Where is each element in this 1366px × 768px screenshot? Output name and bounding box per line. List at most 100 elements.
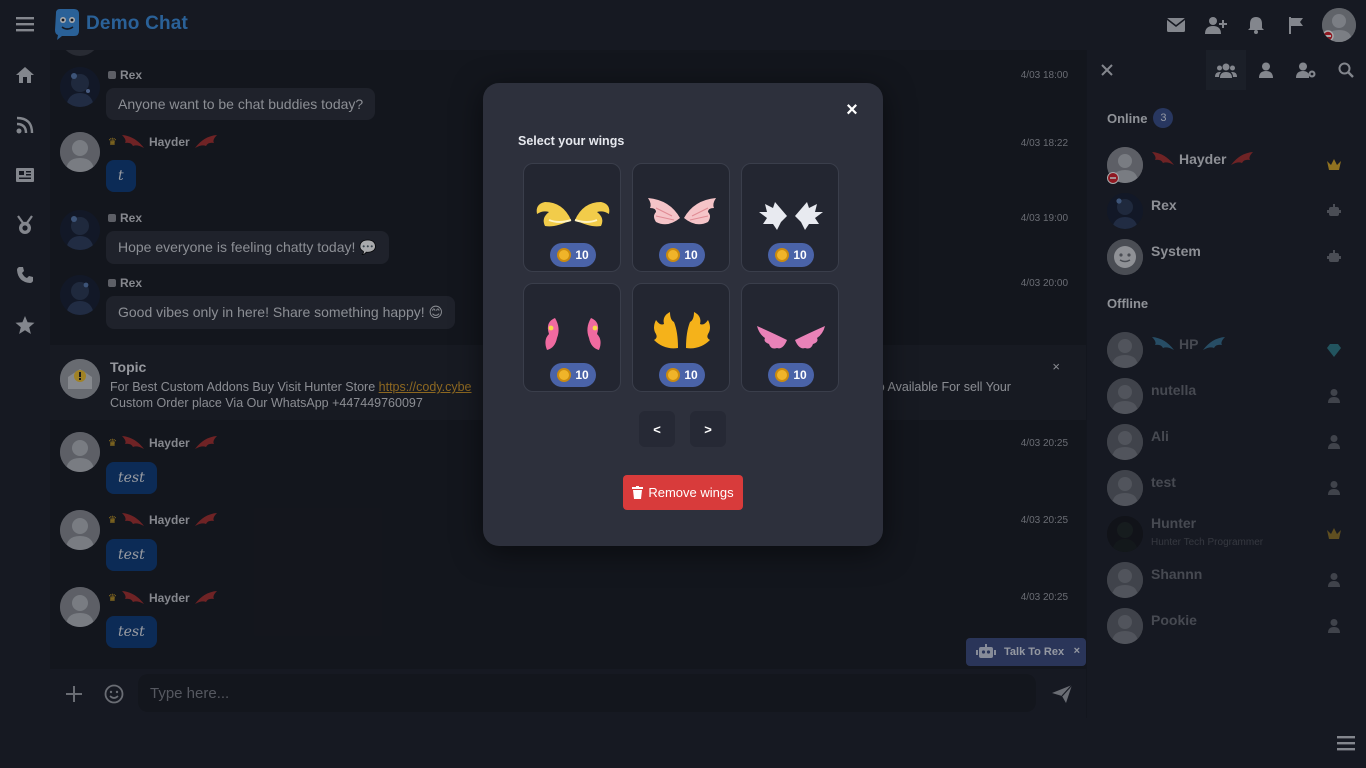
user-rank-icon <box>1328 435 1340 449</box>
talk-to-rex-button[interactable]: Talk To Rex × <box>966 638 1086 666</box>
top-bar: Demo Chat <box>0 0 1366 50</box>
username[interactable]: ♛ Hayder <box>108 512 218 528</box>
input-bar <box>50 669 1086 718</box>
crown-icon: ♛ <box>108 514 117 526</box>
bot-rank-icon <box>1327 250 1341 262</box>
topic-close-button[interactable]: × <box>1052 359 1060 374</box>
avatar[interactable] <box>60 587 100 627</box>
topic-title: Topic <box>110 359 147 375</box>
menu-icon[interactable] <box>14 13 36 35</box>
coin-icon <box>666 248 681 262</box>
user-item[interactable]: Pookie <box>1087 604 1366 648</box>
message-text: test <box>106 616 157 648</box>
online-count-badge: 3 <box>1153 108 1174 128</box>
wing-option[interactable]: 10 <box>523 163 621 272</box>
avatar[interactable] <box>60 275 100 315</box>
user-item[interactable]: Hayder <box>1087 143 1366 187</box>
modal-close-button[interactable]: × <box>841 99 863 121</box>
rss-icon[interactable] <box>0 100 50 150</box>
wing-option[interactable]: 10 <box>741 283 839 392</box>
search-icon[interactable] <box>1326 50 1366 90</box>
wing-right-icon <box>194 436 217 449</box>
phone-icon[interactable] <box>0 250 50 300</box>
home-icon[interactable] <box>0 50 50 100</box>
price-badge: 10 <box>659 243 705 267</box>
app-logo[interactable]: Demo Chat <box>52 7 188 41</box>
prev-page-button[interactable]: < <box>639 411 675 447</box>
flag-icon[interactable] <box>1276 0 1316 50</box>
talk-close-button[interactable]: × <box>1074 645 1080 657</box>
user-item[interactable]: Hunter Hunter Tech Programmer <box>1087 512 1366 556</box>
flame-wings-icon <box>654 312 710 349</box>
wing-left-icon <box>121 513 144 526</box>
username[interactable]: Rex <box>108 68 142 82</box>
wing-option[interactable]: 10 <box>632 163 730 272</box>
avatar <box>1107 470 1143 506</box>
golden-swan-wings-icon <box>536 202 610 227</box>
user-name: Rex <box>1151 197 1177 213</box>
user-item[interactable]: System <box>1087 235 1366 279</box>
news-icon[interactable] <box>0 150 50 200</box>
wings-pager: < > <box>639 411 726 447</box>
user-item[interactable]: HP <box>1087 328 1366 372</box>
wing-option[interactable]: 10 <box>523 283 621 392</box>
profile-avatar[interactable] <box>1322 8 1356 42</box>
talk-label: Talk To Rex <box>1004 646 1065 658</box>
avatar[interactable] <box>60 67 100 107</box>
wing-option[interactable]: 10 <box>632 283 730 392</box>
message-time: 4/03 18:00 <box>1020 70 1068 81</box>
wing-right-icon <box>194 135 217 148</box>
bot-rank-icon <box>108 214 116 222</box>
user-item[interactable]: Ali <box>1087 420 1366 464</box>
pink-bat-wings-icon <box>757 326 825 349</box>
avatar <box>1107 378 1143 414</box>
username[interactable]: Rex <box>108 211 142 225</box>
bell-icon[interactable] <box>1236 0 1276 50</box>
user-name: Hunter <box>1151 515 1197 531</box>
avatar[interactable] <box>60 510 100 550</box>
medal-icon[interactable] <box>0 200 50 250</box>
remove-wings-button[interactable]: Remove wings <box>623 475 743 510</box>
bottom-menu-icon[interactable] <box>1336 734 1356 757</box>
star-icon[interactable] <box>0 300 50 350</box>
wing-option[interactable]: 10 <box>741 163 839 272</box>
avatar <box>1107 193 1143 229</box>
wing-left-icon <box>121 591 144 604</box>
message-input[interactable] <box>138 674 1036 712</box>
staff-tab-icon[interactable] <box>1286 50 1326 90</box>
emoji-icon[interactable] <box>94 669 134 718</box>
avatar[interactable] <box>60 210 100 250</box>
add-friend-icon[interactable] <box>1196 0 1236 50</box>
user-item[interactable]: Shannn <box>1087 558 1366 602</box>
silver-wings-icon <box>759 202 823 230</box>
user-rank-icon <box>1328 481 1340 495</box>
crown-icon: ♛ <box>108 136 117 148</box>
user-name: System <box>1151 243 1201 259</box>
wings-modal: × Select your wings 10 10 10 10 10 10 < … <box>483 83 883 546</box>
user-item[interactable]: Rex <box>1087 189 1366 233</box>
username[interactable]: ♛ Hayder <box>108 590 218 606</box>
avatar[interactable] <box>60 50 100 56</box>
username[interactable]: Rex <box>108 276 142 290</box>
users-tab-icon[interactable] <box>1206 50 1246 90</box>
avatar[interactable] <box>60 132 100 172</box>
user-item[interactable]: nutella <box>1087 374 1366 418</box>
username[interactable]: ♛ Hayder <box>108 435 218 451</box>
mail-icon[interactable] <box>1156 0 1196 50</box>
mascot-icon <box>55 9 79 40</box>
crown-icon <box>1327 528 1341 539</box>
crown-icon: ♛ <box>108 592 117 604</box>
avatar[interactable] <box>60 432 100 472</box>
friends-tab-icon[interactable] <box>1246 50 1286 90</box>
user-item[interactable]: test <box>1087 466 1366 510</box>
next-page-button[interactable]: > <box>690 411 726 447</box>
message-text: Anyone want to be chat buddies today? <box>106 88 376 120</box>
price-badge: 10 <box>768 363 814 387</box>
plus-icon[interactable] <box>54 669 94 718</box>
username[interactable]: ♛ Hayder <box>108 134 218 150</box>
topic-link[interactable]: https://cody.cybe <box>379 380 472 394</box>
avatar <box>1107 332 1143 368</box>
close-panel-icon[interactable] <box>1087 50 1127 90</box>
send-icon[interactable] <box>1042 669 1082 718</box>
avatar <box>1107 424 1143 460</box>
